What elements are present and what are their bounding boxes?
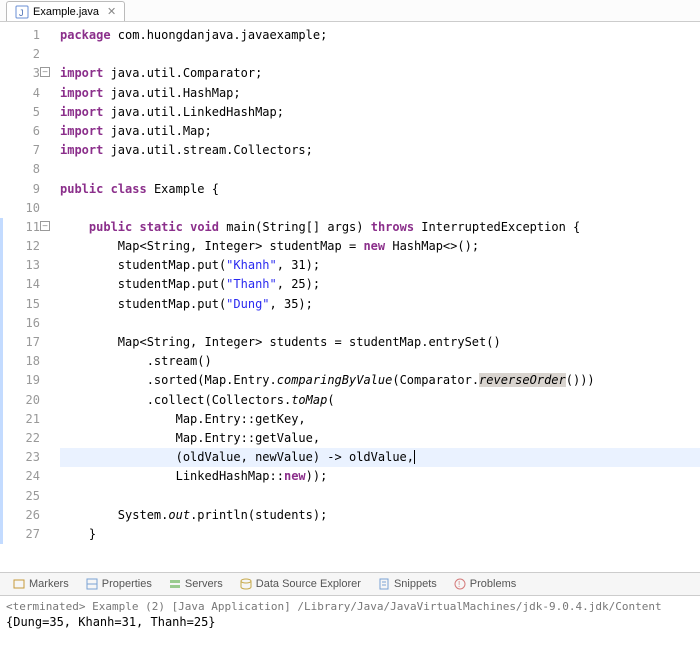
panel-tab-properties[interactable]: Properties xyxy=(79,577,158,591)
code-line[interactable]: System.out.println(students); xyxy=(60,506,700,525)
panel-tab-markers[interactable]: Markers xyxy=(6,577,75,591)
line-number: 6 xyxy=(0,122,40,141)
panel-tab-label: Servers xyxy=(185,578,223,590)
panel-tab-data-source-explorer[interactable]: Data Source Explorer xyxy=(233,577,367,591)
line-number: 8 xyxy=(0,160,40,179)
line-number: 25 xyxy=(0,487,40,506)
line-number: 7 xyxy=(0,141,40,160)
panel-tab-problems[interactable]: ! Problems xyxy=(447,577,522,591)
close-icon[interactable]: ✕ xyxy=(107,5,116,18)
line-number: 27 xyxy=(0,525,40,544)
line-gutter: 123–4567891011–1213141516171819202122232… xyxy=(0,22,46,572)
panel-tab-label: Markers xyxy=(29,578,69,590)
line-number: 24 xyxy=(0,467,40,486)
panel-tab-label: Properties xyxy=(102,578,152,590)
line-number: 1 xyxy=(0,26,40,45)
svg-text:J: J xyxy=(19,8,24,18)
code-line[interactable]: import java.util.LinkedHashMap; xyxy=(60,103,700,122)
code-line[interactable]: .collect(Collectors.toMap( xyxy=(60,391,700,410)
line-number: 5 xyxy=(0,103,40,122)
code-line[interactable] xyxy=(60,199,700,218)
code-line[interactable] xyxy=(60,45,700,64)
problems-icon: ! xyxy=(453,577,467,591)
code-line[interactable]: public static void main(String[] args) t… xyxy=(60,218,700,237)
properties-icon xyxy=(85,577,99,591)
svg-text:!: ! xyxy=(458,580,460,589)
panel-tab-label: Data Source Explorer xyxy=(256,578,361,590)
line-number: 19 xyxy=(0,371,40,390)
code-line[interactable]: import java.util.Comparator; xyxy=(60,64,700,83)
code-line[interactable] xyxy=(60,314,700,333)
console-output: {Dung=35, Khanh=31, Thanh=25} xyxy=(6,615,694,629)
line-number: 11– xyxy=(0,218,40,237)
panel-tab-label: Snippets xyxy=(394,578,437,590)
line-number: 23 xyxy=(0,448,40,467)
line-number: 17 xyxy=(0,333,40,352)
line-number: 3– xyxy=(0,64,40,83)
line-number: 26 xyxy=(0,506,40,525)
line-number: 15 xyxy=(0,295,40,314)
code-line[interactable]: public class Example { xyxy=(60,180,700,199)
line-number: 20 xyxy=(0,391,40,410)
file-tab-label: Example.java xyxy=(33,6,99,18)
code-editor[interactable]: 123–4567891011–1213141516171819202122232… xyxy=(0,22,700,572)
console-panel: <terminated> Example (2) [Java Applicati… xyxy=(0,596,700,633)
line-number: 16 xyxy=(0,314,40,333)
panel-tab-label: Problems xyxy=(470,578,516,590)
editor-tabbar: J Example.java ✕ xyxy=(0,0,700,22)
code-line[interactable]: .stream() xyxy=(60,352,700,371)
line-number: 18 xyxy=(0,352,40,371)
code-line[interactable]: .sorted(Map.Entry.comparingByValue(Compa… xyxy=(60,371,700,390)
panel-tab-snippets[interactable]: Snippets xyxy=(371,577,443,591)
code-line[interactable]: } xyxy=(60,525,700,544)
bottom-panel-tabs: Markers Properties Servers Data Source Expl… xyxy=(0,572,700,596)
code-line[interactable]: import java.util.HashMap; xyxy=(60,84,700,103)
line-number: 10 xyxy=(0,199,40,218)
code-line[interactable]: package com.huongdanjava.javaexample; xyxy=(60,26,700,45)
fold-toggle-icon[interactable]: – xyxy=(40,221,50,231)
code-line[interactable]: studentMap.put("Thanh", 25); xyxy=(60,275,700,294)
code-line[interactable]: Map.Entry::getKey, xyxy=(60,410,700,429)
fold-toggle-icon[interactable]: – xyxy=(40,67,50,77)
line-number: 2 xyxy=(0,45,40,64)
line-number: 9 xyxy=(0,180,40,199)
servers-icon xyxy=(168,577,182,591)
line-number: 13 xyxy=(0,256,40,275)
code-line[interactable]: Map.Entry::getValue, xyxy=(60,429,700,448)
code-line[interactable]: import java.util.Map; xyxy=(60,122,700,141)
line-number: 22 xyxy=(0,429,40,448)
code-line[interactable]: (oldValue, newValue) -> oldValue, xyxy=(60,448,700,467)
line-number: 14 xyxy=(0,275,40,294)
code-line[interactable]: import java.util.stream.Collectors; xyxy=(60,141,700,160)
snippets-icon xyxy=(377,577,391,591)
console-status: <terminated> Example (2) [Java Applicati… xyxy=(6,600,694,613)
data-source-explorer-icon xyxy=(239,577,253,591)
code-line[interactable]: studentMap.put("Dung", 35); xyxy=(60,295,700,314)
line-number: 21 xyxy=(0,410,40,429)
line-number: 12 xyxy=(0,237,40,256)
markers-icon xyxy=(12,577,26,591)
code-line[interactable]: Map<String, Integer> students = studentM… xyxy=(60,333,700,352)
panel-tab-servers[interactable]: Servers xyxy=(162,577,229,591)
code-line[interactable]: studentMap.put("Khanh", 31); xyxy=(60,256,700,275)
code-line[interactable] xyxy=(60,487,700,506)
line-number: 4 xyxy=(0,84,40,103)
java-file-icon: J xyxy=(15,5,29,19)
code-line[interactable] xyxy=(60,160,700,179)
code-line[interactable]: Map<String, Integer> studentMap = new Ha… xyxy=(60,237,700,256)
code-area[interactable]: package com.huongdanjava.javaexample; imp… xyxy=(46,22,700,572)
file-tab[interactable]: J Example.java ✕ xyxy=(6,1,125,21)
code-line[interactable]: LinkedHashMap::new)); xyxy=(60,467,700,486)
